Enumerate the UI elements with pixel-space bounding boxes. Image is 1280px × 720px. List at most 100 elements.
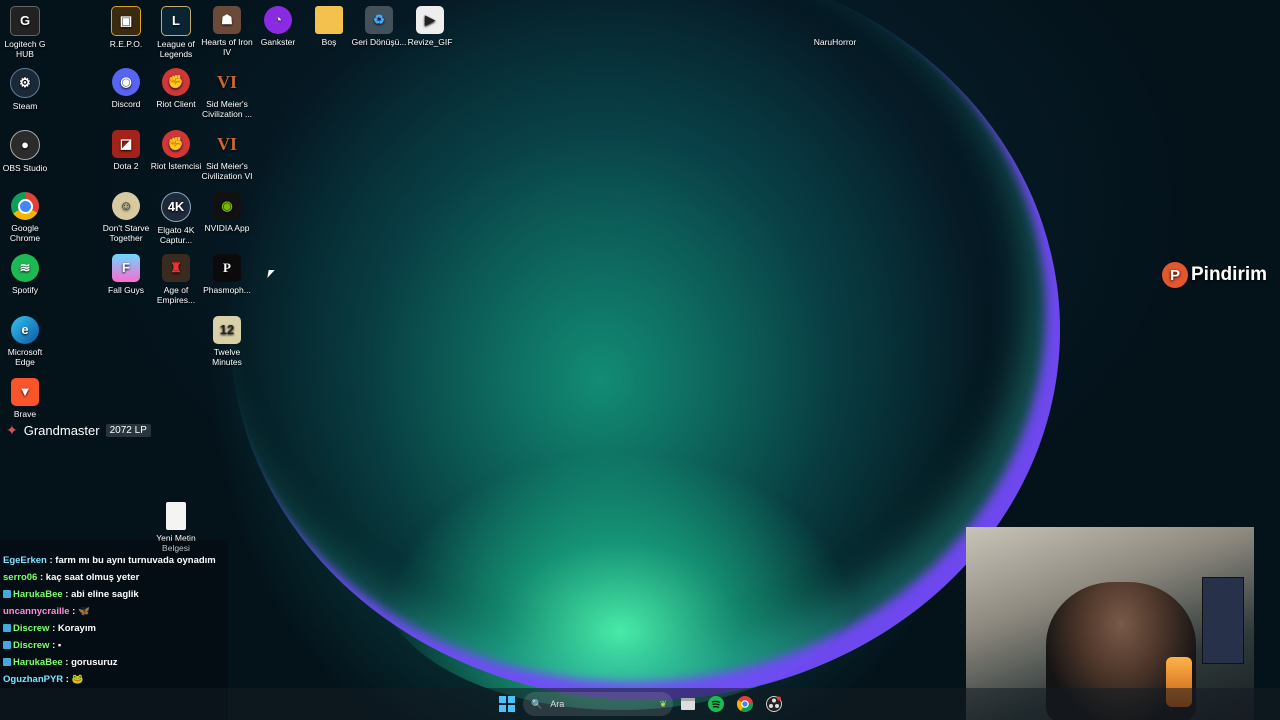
icon-label: Sid Meier's Civilization VI xyxy=(201,161,253,181)
spotify-icon: ≋ xyxy=(11,254,39,282)
chat-user: OguzhanPYR xyxy=(3,674,64,685)
chat-message: Discrew : ▪ xyxy=(0,637,228,654)
icon-label: NVIDIA App xyxy=(204,223,250,233)
wall-poster xyxy=(1202,577,1244,664)
twelve-minutes-icon: 12 xyxy=(213,316,241,344)
obs-taskbar-icon[interactable] xyxy=(764,694,784,714)
desktop-icon-phasmophobia[interactable]: P Phasmoph... xyxy=(199,254,255,295)
rank-overlay: ✦ Grandmaster 2072 LP xyxy=(6,422,151,439)
chat-message: serro06 : kaç saat olmuş yeter xyxy=(3,572,140,583)
repo-icon: ▣ xyxy=(111,6,141,36)
chat-message: HarukaBee : gorusuruz xyxy=(0,654,228,671)
fall-guys-icon: F xyxy=(112,254,140,282)
icon-label: Riot Client xyxy=(156,99,196,109)
chat-user: serro06 xyxy=(3,572,38,583)
icon-label: Brave xyxy=(13,409,37,419)
icon-label: Gankster xyxy=(260,37,296,47)
edge-icon: e xyxy=(11,316,39,344)
rank-lp: 2072 LP xyxy=(105,424,151,437)
lol-icon: L xyxy=(161,6,191,36)
windows-start-icon[interactable] xyxy=(497,694,517,714)
desktop-icon-riot-istemcisi[interactable]: ✊ Riot İstemcisi xyxy=(148,130,204,171)
desktop-icon-dota[interactable]: ◪ Dota 2 xyxy=(98,130,154,171)
icon-label: League of Legends xyxy=(157,39,195,59)
desktop-icon-nvidia[interactable]: ◉ NVIDIA App xyxy=(199,192,255,233)
hoi-icon: ☗ xyxy=(213,6,241,34)
rank-emblem-icon: ✦ xyxy=(6,422,18,438)
desktop-icon-discord[interactable]: ◉ Discord xyxy=(98,68,154,109)
desktop-icon-steam[interactable]: ⚙ Steam xyxy=(0,68,53,111)
icon-label: Spotify xyxy=(12,285,38,295)
desktop-icon-fall-guys[interactable]: F Fall Guys xyxy=(98,254,154,295)
icon-label: Microsoft Edge xyxy=(7,347,43,367)
pindirim-overlay: P Pindirim xyxy=(1162,262,1267,288)
desktop-icon-brave[interactable]: ▼ Brave xyxy=(0,378,53,419)
desktop-icon-gankster[interactable]: ◔ Gankster xyxy=(250,6,306,47)
icon-label: Steam xyxy=(12,101,38,111)
desktop-icon-revize-gif[interactable]: ▶ Revize_GIF xyxy=(402,6,458,47)
wallpaper-glow xyxy=(380,450,860,710)
chat-message: Discrew : Korayım xyxy=(0,620,228,637)
desktop-icon-logitech[interactable]: G Logitech G HUB xyxy=(0,6,53,59)
gankster-icon: ◔ xyxy=(264,6,292,34)
chat-text: gorusuruz xyxy=(71,657,118,668)
icon-label: Geri Dönüşü... xyxy=(351,37,407,47)
desktop-icon-spotify[interactable]: ≋ Spotify xyxy=(0,254,53,295)
desktop-icon-twelve-minutes[interactable]: 12 Twelve Minutes xyxy=(199,316,255,367)
desktop-icon-chrome[interactable]: Google Chrome xyxy=(0,192,53,243)
brave-icon: ▼ xyxy=(11,378,39,406)
desktop-icon-lol[interactable]: L League of Legends xyxy=(148,6,204,59)
chat-message: EgeErken : farm mı bu aynı turnuvada oyn… xyxy=(3,555,216,566)
obs-icon: ● xyxy=(10,130,40,160)
desktop-icon-recycle-bin[interactable]: ♻ Geri Dönüşü... xyxy=(351,6,407,47)
file-explorer-icon[interactable] xyxy=(678,694,698,714)
desktop-icon-edge[interactable]: e Microsoft Edge xyxy=(0,316,53,367)
icon-label: Discord xyxy=(111,99,141,109)
blank-icon xyxy=(821,6,849,34)
mouse-cursor xyxy=(267,270,275,278)
search-placeholder: Ara xyxy=(550,699,565,709)
chat-user: EgeErken xyxy=(3,555,47,566)
desktop-icon-aoe[interactable]: ♜ Age of Empires... xyxy=(148,254,204,305)
text-file-icon xyxy=(166,502,186,530)
icon-label: Logitech G HUB xyxy=(4,39,46,59)
phasmophobia-icon: P xyxy=(213,254,241,282)
rank-title: Grandmaster xyxy=(23,423,100,438)
desktop-icon-hoi[interactable]: ☗ Hearts of Iron IV xyxy=(199,6,255,57)
icon-label: Sid Meier's Civilization ... xyxy=(201,99,253,119)
discord-icon: ◉ xyxy=(112,68,140,96)
chat-message: HarukaBee : abi eline saglik xyxy=(0,586,228,603)
icon-label: Twelve Minutes xyxy=(212,347,242,367)
civ-icon: VI xyxy=(216,134,237,154)
chat-user: Discrew xyxy=(13,623,50,634)
icon-label: Fall Guys xyxy=(108,285,144,295)
desktop-icon-civ-vi[interactable]: VI Sid Meier's Civilization VI xyxy=(199,130,255,181)
logitech-icon: G xyxy=(10,6,40,36)
icon-label: Don't Starve Together xyxy=(102,223,150,243)
aoe-icon: ♜ xyxy=(162,254,190,282)
desktop-icon-naruhorror[interactable]: NaruHorror xyxy=(807,6,863,47)
pindirim-logo-icon: P xyxy=(1162,262,1188,288)
badge-icon xyxy=(3,590,11,599)
chrome-taskbar-icon[interactable] xyxy=(735,694,755,714)
icon-label: Google Chrome xyxy=(9,223,41,243)
spotify-taskbar-icon[interactable] xyxy=(706,694,726,714)
wallpaper-ring xyxy=(230,0,1060,700)
desktop-icon-dont-starve[interactable]: ☺ Don't Starve Together xyxy=(98,192,154,243)
icon-label: Revize_GIF xyxy=(407,37,453,47)
dota-icon: ◪ xyxy=(112,130,140,158)
desktop-icon-riot-client[interactable]: ✊ Riot Client xyxy=(148,68,204,109)
chat-message: OguzhanPYR : 🐸 xyxy=(3,674,84,685)
widget-icon: ❦ xyxy=(659,698,667,709)
desktop-icon-bos-folder[interactable]: Boş xyxy=(301,6,357,47)
chat-user: HarukaBee xyxy=(13,589,63,600)
desktop-icon-obs[interactable]: ● OBS Studio xyxy=(0,130,53,173)
desktop-icon-civ[interactable]: VI Sid Meier's Civilization ... xyxy=(199,68,255,119)
taskbar-search[interactable]: 🔍 Ara ❦ xyxy=(523,692,673,716)
icon-label: OBS Studio xyxy=(2,163,48,173)
badge-icon xyxy=(3,658,11,667)
desktop-icon-elgato[interactable]: 4K Elgato 4K Captur... xyxy=(148,192,204,245)
desktop-icon-repo[interactable]: ▣ R.E.P.O. xyxy=(98,6,154,49)
icon-label: NaruHorror xyxy=(813,37,857,47)
chat-text: farm mı bu aynı turnuvada oynadım xyxy=(55,555,216,566)
